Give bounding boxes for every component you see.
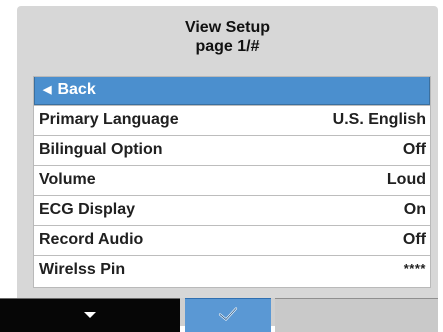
menu-item-ecg-display[interactable]: ECG Display On <box>34 195 430 223</box>
primary-language-label: Primary Language <box>39 111 179 128</box>
blank-softkey[interactable] <box>275 298 438 332</box>
volume-value: Loud <box>386 171 426 188</box>
volume-label: Volume <box>39 171 96 188</box>
bilingual-option-label: Bilingual Option <box>39 141 163 158</box>
primary-language-value: U.S. English <box>332 111 426 128</box>
down-button[interactable] <box>0 298 180 332</box>
menu-item-primary-language[interactable]: Primary Language U.S. English <box>34 105 430 133</box>
ecg-display-value: On <box>403 201 426 218</box>
check-icon <box>217 304 239 327</box>
setup-screen: View Setup page 1/# ◀ Back Primary Langua… <box>0 6 438 332</box>
page-title: View Setup <box>184 19 271 36</box>
confirm-button[interactable] <box>185 298 271 332</box>
wireless-pin-label: Wirelss Pin <box>39 261 126 278</box>
menu-item-volume[interactable]: Volume Loud <box>34 165 430 193</box>
menu-item-wireless-pin[interactable]: Wirelss Pin **** <box>34 255 430 283</box>
record-audio-label: Record Audio <box>39 231 144 248</box>
ecg-display-label: ECG Display <box>39 201 136 218</box>
menu-item-record-audio[interactable]: Record Audio Off <box>34 225 430 253</box>
settings-list: ◀ Back Primary Language U.S. English Bili… <box>33 76 431 288</box>
bilingual-option-value: Off <box>402 141 426 158</box>
device-frame: View Setup page 1/# ◀ Back Primary Langua… <box>0 0 443 332</box>
record-audio-value: Off <box>402 231 426 248</box>
menu-item-bilingual-option[interactable]: Bilingual Option Off <box>34 135 430 163</box>
screen-header: View Setup page 1/# <box>17 18 438 56</box>
menu-item-back[interactable]: ◀ Back <box>34 77 430 105</box>
softkey-bar <box>0 298 438 332</box>
down-arrow-icon <box>82 307 98 325</box>
page-indicator: page 1/# <box>195 38 260 55</box>
back-arrow-icon: ◀ <box>43 84 52 96</box>
wireless-pin-value: **** <box>403 261 426 276</box>
menu-item-back-label: Back <box>57 81 96 98</box>
